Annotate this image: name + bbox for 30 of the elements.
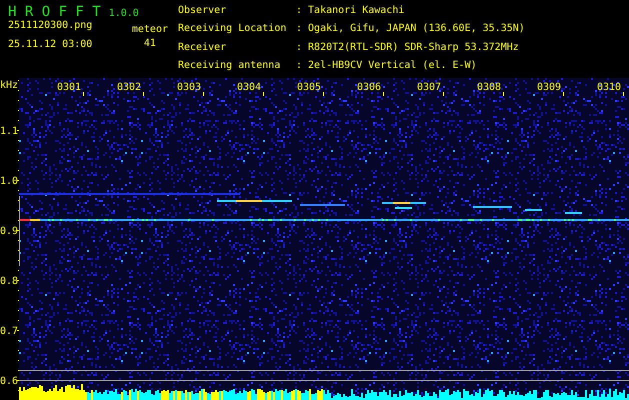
info-label: Observer — [178, 5, 228, 18]
time-label: 0308 — [477, 82, 502, 93]
time-label: 0301 — [57, 82, 82, 93]
meteor-count-label: meteor — [132, 24, 168, 36]
frequency-label: 1.1 — [0, 126, 18, 137]
meteor-count: 41 — [144, 38, 156, 50]
frequency-label: 0.8 — [0, 276, 18, 287]
time-label: 0306 — [357, 82, 382, 93]
info-label: Receiving Location — [178, 23, 288, 36]
info-label: Receiver — [178, 42, 228, 54]
timestamp: 25.11.12 03:00 — [8, 39, 92, 51]
time-label: 0305 — [297, 82, 322, 93]
info-value: : Ogaki, Gifu, JAPAN (136.60E, 35.35N) — [296, 23, 525, 36]
time-label: 0304 — [237, 82, 262, 93]
info-value: : Takanori Kawachi — [296, 5, 406, 18]
info-value: : R820T2(RTL-SDR) SDR-Sharp 53.372MHz — [296, 42, 520, 54]
info-label: Receiving antenna — [178, 60, 282, 73]
version-label: 1.0.0 — [108, 8, 139, 19]
info-value: : 2el-HB9CV Vertical (el. E-W) — [296, 60, 478, 73]
frequency-label: 0.9 — [0, 226, 18, 237]
time-label: 0310 — [597, 82, 622, 93]
frequency-label: 0.7 — [0, 326, 18, 337]
axis-unit-label: kHz — [0, 80, 18, 91]
app-title: H R O F F T — [8, 4, 101, 20]
time-label: 0309 — [537, 82, 562, 93]
frequency-label: 1.0 — [0, 176, 18, 187]
file-name: 2511120300.png — [8, 20, 92, 32]
frequency-label: 0.6 — [0, 376, 18, 387]
time-label: 0307 — [417, 82, 442, 93]
time-label: 0303 — [177, 82, 202, 93]
